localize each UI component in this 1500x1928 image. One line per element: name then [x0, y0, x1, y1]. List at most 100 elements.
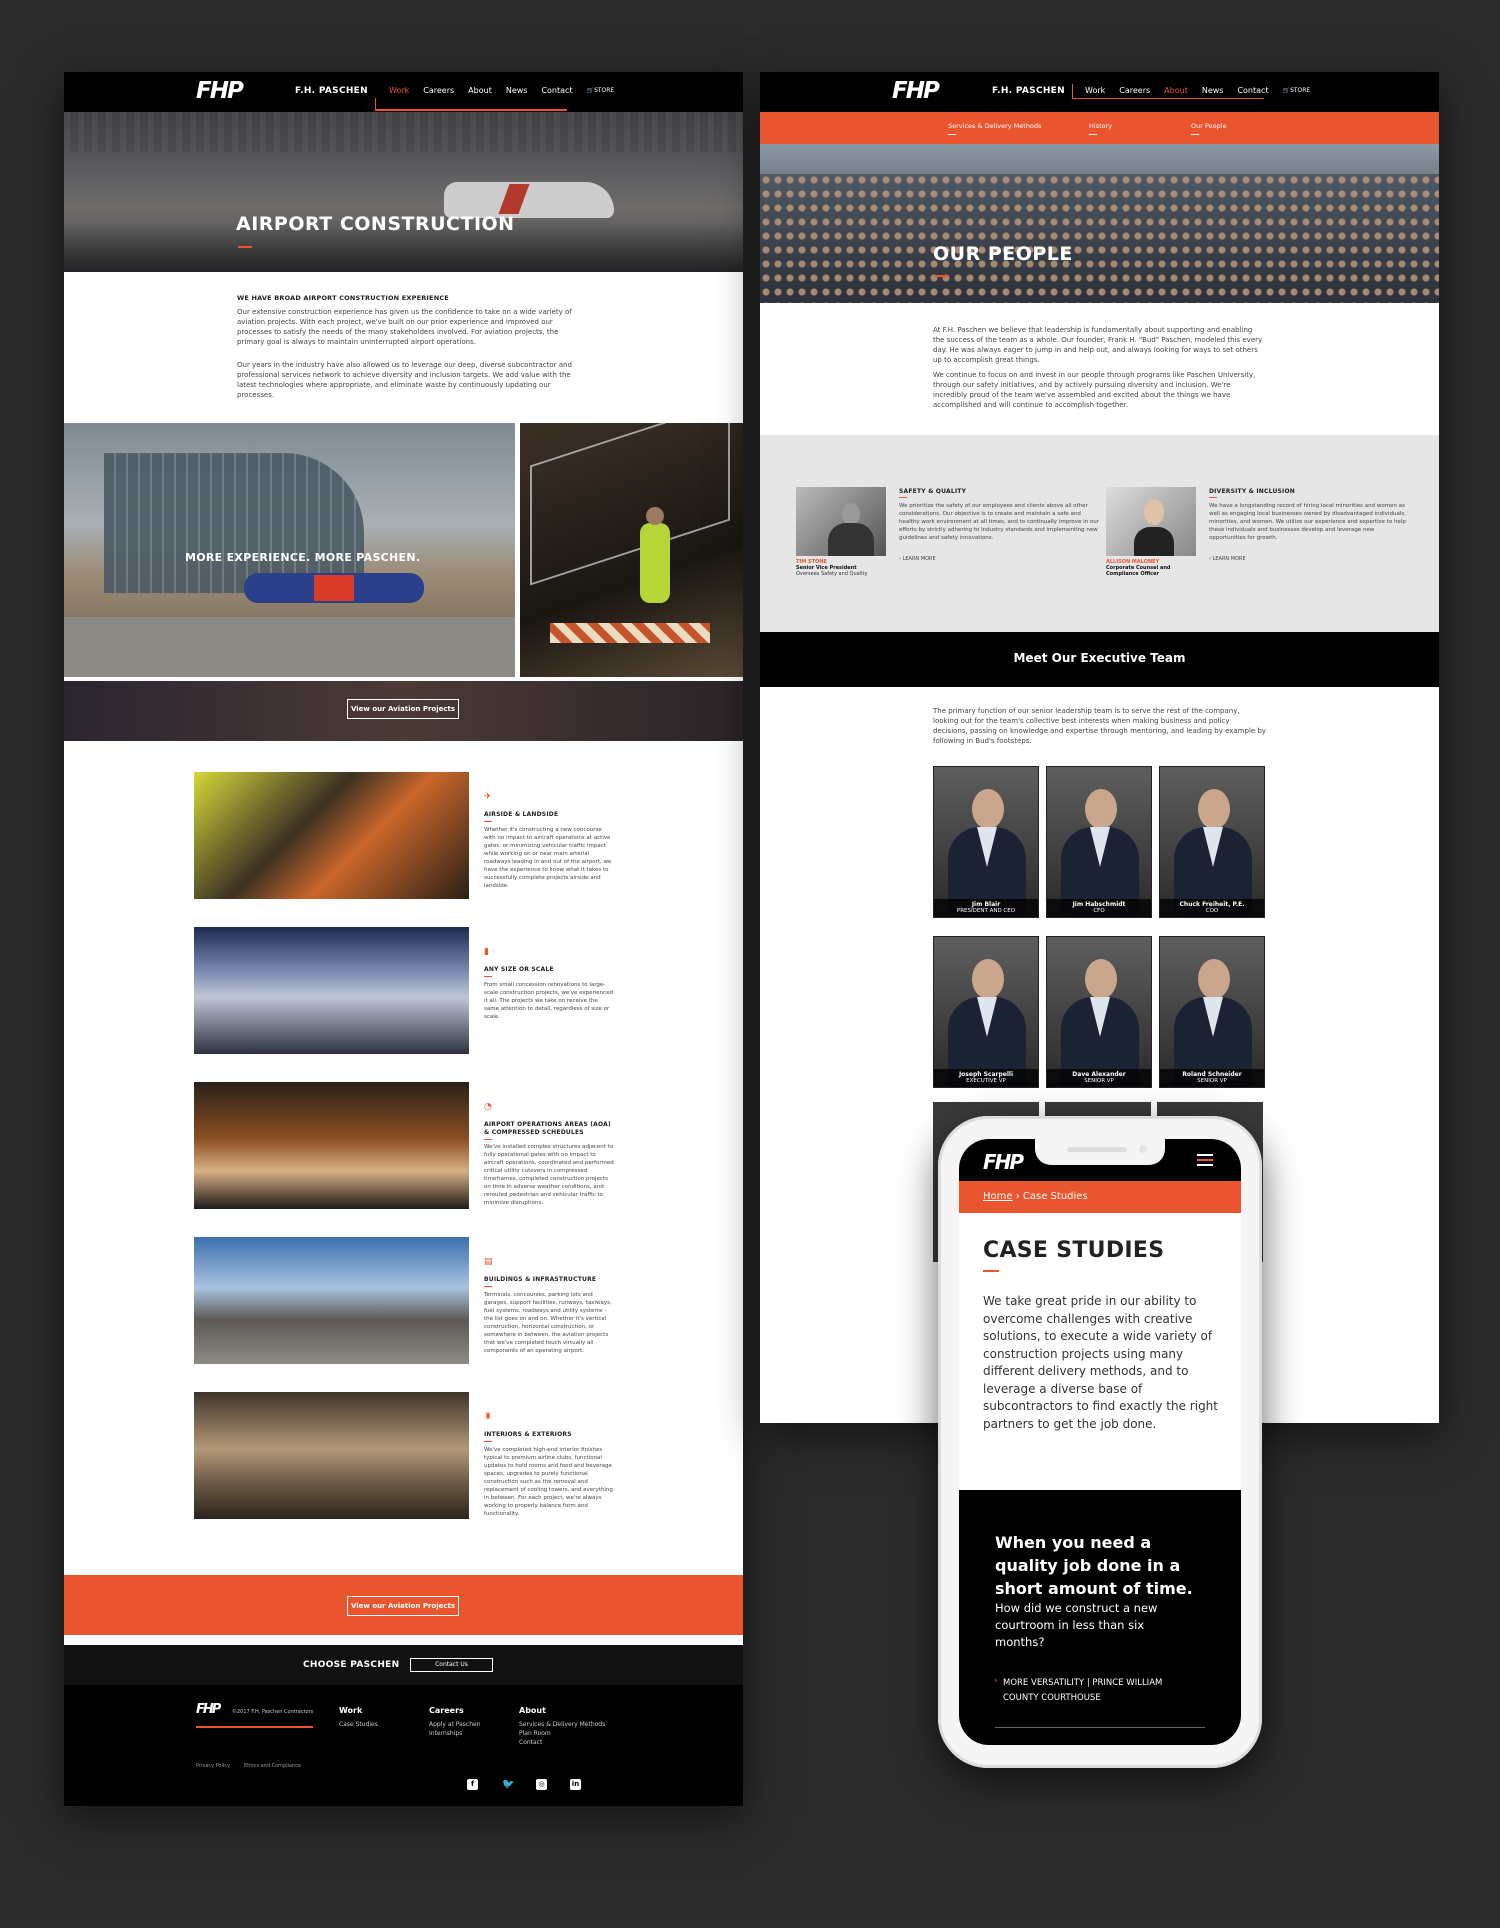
- exec-name: Jim Blair: [971, 901, 1001, 908]
- exec-intro: The primary function of our senior leade…: [933, 707, 1267, 745]
- exec-caption: Dave Alexander SENIOR VP: [1047, 1069, 1151, 1087]
- exec-card[interactable]: Roland Schneider SENIOR VP: [1159, 936, 1265, 1088]
- choose-heading: CHOOSE PASCHEN: [303, 1660, 400, 1670]
- allison-maloney-photo: [1106, 487, 1196, 556]
- exec-face: [1198, 959, 1230, 999]
- feature-text: Terminals, concourses, parking lots and …: [484, 1292, 612, 1354]
- feature-text: From small concession renovations to lar…: [484, 982, 614, 1020]
- brand-name-2[interactable]: F.H. PASCHEN: [992, 86, 1065, 96]
- ethics-link[interactable]: Ethics and Compliance: [244, 1762, 301, 1771]
- diversity-learn-more[interactable]: › LEARN MORE: [1209, 556, 1246, 562]
- worker-photo: [520, 423, 743, 677]
- exec-caption: Chuck Freiheit, P.E. COO: [1160, 899, 1264, 917]
- exec-card[interactable]: Chuck Freiheit, P.E. COO: [1159, 766, 1265, 918]
- twitter-icon[interactable]: 🐦: [502, 1779, 514, 1790]
- view-aviation-projects-button-2[interactable]: View our Aviation Projects: [347, 1596, 459, 1616]
- people-paragraph-1: At F.H. Paschen we believe that leadersh…: [933, 326, 1263, 364]
- subnav-services[interactable]: Services & Delivery Methods: [948, 122, 1041, 130]
- subnav-history[interactable]: History: [1089, 122, 1112, 130]
- feature-text: We've completed high-end interior finish…: [484, 1447, 613, 1517]
- contact-us-button[interactable]: Contact Us: [410, 1658, 493, 1672]
- banner-text: MORE EXPERIENCE. MORE PASCHEN.: [185, 551, 421, 564]
- exec-card[interactable]: Joseph Scarpelli EXECUTIVE VP: [933, 936, 1039, 1088]
- nav-contact[interactable]: Contact: [541, 86, 572, 95]
- mobile-logo[interactable]: FHP: [983, 1150, 1024, 1174]
- exec-title: COO: [1205, 908, 1219, 914]
- copyright: ©2017 F.H. Paschen Contractors: [232, 1709, 314, 1715]
- scale-icon: ▮: [484, 947, 489, 957]
- exec-card[interactable]: Dave Alexander SENIOR VP: [1046, 936, 1152, 1088]
- nav-store-2[interactable]: 🛒STORE: [1283, 87, 1311, 95]
- breadcrumb-home[interactable]: Home: [983, 1191, 1013, 1202]
- exec-name: Chuck Freiheit, P.E.: [1179, 901, 1245, 908]
- feature-title: INTERIORS & EXTERIORS: [484, 1431, 572, 1438]
- hero-title: AIRPORT CONSTRUCTION: [236, 213, 515, 235]
- top-nav: FHP F.H. PASCHEN Work Careers About News…: [64, 72, 743, 112]
- footer-apply-link[interactable]: Apply at Paschen: [429, 1720, 481, 1729]
- exec-title: SENIOR VP: [1084, 1078, 1114, 1084]
- exec-caption: Jim Blair PRESIDENT AND CEO: [934, 899, 1038, 917]
- footer-about-heading[interactable]: About: [519, 1706, 546, 1715]
- facebook-icon[interactable]: f: [467, 1779, 478, 1790]
- feature-image: [194, 1082, 469, 1209]
- exec-face: [972, 959, 1004, 999]
- instagram-icon[interactable]: ◎: [536, 1779, 547, 1790]
- exec-face: [1198, 789, 1230, 829]
- exec-card[interactable]: Jim Habschmidt CFO: [1046, 766, 1152, 918]
- chevron-right-icon: ›: [994, 1676, 998, 1686]
- subnav-our-people[interactable]: Our People: [1191, 122, 1227, 130]
- footer-case-studies-link[interactable]: Case Studies: [339, 1720, 378, 1729]
- footer-contact-link[interactable]: Contact: [519, 1738, 542, 1747]
- exec-card[interactable]: Jim Blair PRESIDENT AND CEO: [933, 766, 1039, 918]
- building-icon: ▤: [484, 1257, 493, 1267]
- exec-title: PRESIDENT AND CEO: [956, 908, 1016, 914]
- promo-link[interactable]: MORE VERSATILITY | PRINCE WILLIAM COUNTY…: [1003, 1676, 1173, 1706]
- brand-logo[interactable]: FHP: [196, 78, 244, 104]
- footer-internships-link[interactable]: Internships: [429, 1729, 462, 1738]
- top-nav-2: FHP F.H. PASCHEN Work Careers About News…: [760, 72, 1439, 112]
- nav-about[interactable]: About: [468, 86, 492, 95]
- exec-caption: Jim Habschmidt CFO: [1047, 899, 1151, 917]
- mobile-title: CASE STUDIES: [983, 1238, 1165, 1263]
- nav-about-2[interactable]: About: [1164, 86, 1188, 95]
- menu-icon[interactable]: [1197, 1154, 1213, 1166]
- terminal-photo: [64, 423, 515, 677]
- plane-icon: ✈: [484, 792, 492, 802]
- intro-paragraph-1: Our extensive construction experience ha…: [237, 308, 572, 346]
- exec-title: SENIOR VP: [1197, 1078, 1227, 1084]
- footer-services-link[interactable]: Services & Delivery Methods: [519, 1720, 605, 1729]
- exec-face: [1085, 789, 1117, 829]
- nav-store[interactable]: 🛒STORE: [587, 87, 615, 95]
- aviation-page: FHP F.H. PASCHEN Work Careers About News…: [64, 72, 743, 1806]
- feature-text: We've installed complex structures adjac…: [484, 1144, 614, 1206]
- diversity-heading: DIVERSITY & INCLUSION: [1209, 488, 1295, 495]
- feature-text: Whether it's constructing a new concours…: [484, 827, 612, 889]
- footer-logo-underline: [196, 1726, 313, 1728]
- feature-image: [194, 1237, 469, 1364]
- nav-work-2[interactable]: Work: [1085, 86, 1105, 95]
- linkedin-icon[interactable]: in: [570, 1779, 581, 1790]
- safety-heading: SAFETY & QUALITY: [899, 488, 967, 495]
- safety-learn-more[interactable]: › LEARN MORE: [899, 556, 936, 562]
- view-aviation-projects-button[interactable]: View our Aviation Projects: [347, 699, 459, 719]
- exec-name: Roland Schneider: [1182, 1071, 1242, 1078]
- privacy-link[interactable]: Privacy Policy: [196, 1762, 230, 1771]
- mobile-breadcrumb: Home › Case Studies: [983, 1191, 1088, 1202]
- nav-news[interactable]: News: [506, 86, 528, 95]
- nav-careers[interactable]: Careers: [423, 86, 454, 95]
- mobile-body: We take great pride in our ability to ov…: [983, 1294, 1218, 1431]
- nav-news-2[interactable]: News: [1202, 86, 1224, 95]
- nav-careers-2[interactable]: Careers: [1119, 86, 1150, 95]
- footer-careers-heading[interactable]: Careers: [429, 1706, 464, 1715]
- footer-work-heading[interactable]: Work: [339, 1706, 362, 1715]
- footer-logo[interactable]: FHP: [196, 1702, 221, 1717]
- exec-face: [1085, 959, 1117, 999]
- brand-name[interactable]: F.H. PASCHEN: [295, 86, 368, 96]
- footer-planroom-link[interactable]: Plan Room: [519, 1729, 551, 1738]
- exec-name: Dave Alexander: [1072, 1071, 1126, 1078]
- nav-work[interactable]: Work: [389, 86, 409, 95]
- brand-logo-2[interactable]: FHP: [892, 78, 940, 104]
- promo-sub: How did we construct a new courtroom in …: [995, 1601, 1158, 1649]
- feature-title: ANY SIZE OR SCALE: [484, 966, 554, 973]
- nav-contact-2[interactable]: Contact: [1237, 86, 1268, 95]
